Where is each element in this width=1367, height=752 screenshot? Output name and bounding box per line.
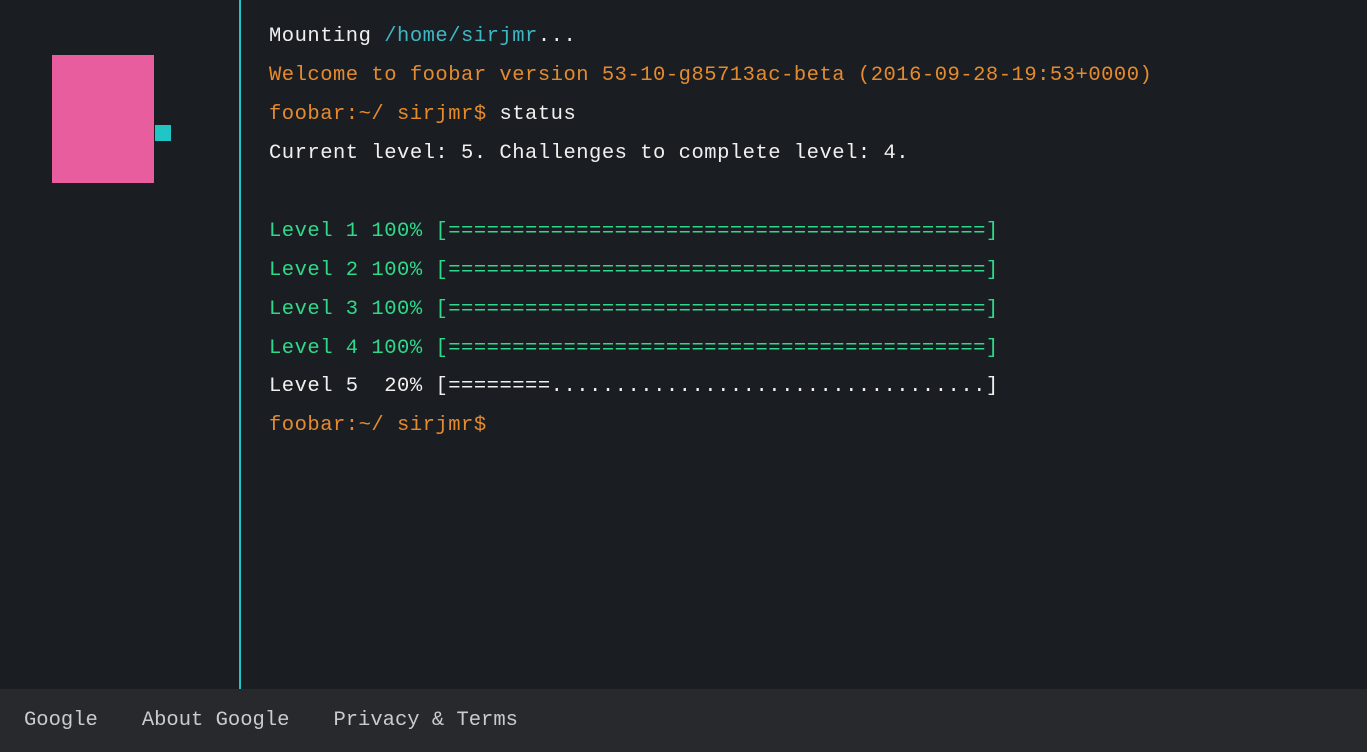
status-text: Current level: 5. Challenges to complete… [269, 142, 909, 165]
mounting-prefix: Mounting [269, 25, 384, 48]
terminal-output[interactable]: Mounting /home/sirjmr... Welcome to foob… [241, 0, 1367, 689]
sidebar [0, 0, 241, 689]
logo-notch [155, 125, 171, 141]
level-row-5: Level 5 20% [========...................… [269, 368, 1339, 407]
level-bar: [========...............................… [435, 375, 998, 398]
welcome-line: Welcome to foobar version 53-10-g85713ac… [269, 57, 1339, 96]
prompt-line-1: foobar:~/ sirjmr$ status [269, 96, 1339, 135]
footer-link-google[interactable]: Google [24, 709, 98, 732]
main-area: Mounting /home/sirjmr... Welcome to foob… [0, 0, 1367, 689]
welcome-text: Welcome to foobar version 53-10-g85713ac… [269, 64, 1152, 87]
level-label: Level 2 100% [269, 259, 435, 282]
level-row-2: Level 2 100% [==========================… [269, 252, 1339, 291]
level-label: Level 1 100% [269, 220, 435, 243]
level-bar: [=======================================… [435, 298, 998, 321]
level-row-1: Level 1 100% [==========================… [269, 213, 1339, 252]
level-bar: [=======================================… [435, 259, 998, 282]
level-label: Level 3 100% [269, 298, 435, 321]
mounting-suffix: ... [538, 25, 576, 48]
level-label: Level 5 20% [269, 375, 435, 398]
mounting-path: /home/sirjmr [384, 25, 538, 48]
level-row-4: Level 4 100% [==========================… [269, 330, 1339, 369]
footer-link-privacy[interactable]: Privacy & Terms [333, 709, 518, 732]
prompt-2: foobar:~/ sirjmr$ [269, 414, 487, 437]
level-bar: [=======================================… [435, 337, 998, 360]
blank-line [269, 174, 1339, 213]
status-line: Current level: 5. Challenges to complete… [269, 135, 1339, 174]
prompt-line-2: foobar:~/ sirjmr$ [269, 407, 1339, 446]
level-row-3: Level 3 100% [==========================… [269, 291, 1339, 330]
command-1: status [499, 103, 576, 126]
footer-link-about[interactable]: About Google [142, 709, 290, 732]
mounting-line: Mounting /home/sirjmr... [269, 18, 1339, 57]
prompt-1: foobar:~/ sirjmr$ [269, 103, 499, 126]
footer: Google About Google Privacy & Terms [0, 689, 1367, 752]
level-bar: [=======================================… [435, 220, 998, 243]
foobar-logo [52, 55, 154, 183]
levels-container: Level 1 100% [==========================… [269, 213, 1339, 408]
level-label: Level 4 100% [269, 337, 435, 360]
